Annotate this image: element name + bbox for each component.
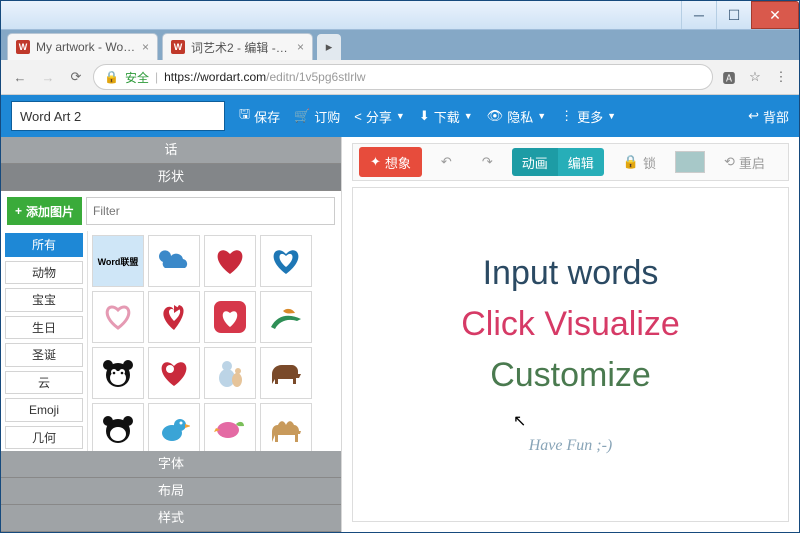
favicon-icon: W bbox=[171, 40, 185, 54]
tab-title: 词艺术2 - 编辑 - 艺术字 bbox=[191, 39, 291, 56]
accordion-shapes[interactable]: 形状 bbox=[1, 164, 341, 191]
shape-thumb[interactable] bbox=[204, 291, 256, 343]
edit-tab[interactable]: 编辑 bbox=[558, 148, 604, 176]
category-item-animals[interactable]: 动物 bbox=[5, 261, 83, 285]
category-item-baby[interactable]: 宝宝 bbox=[5, 288, 83, 312]
browser-tab[interactable]: W My artwork - WordAr... × bbox=[7, 33, 158, 60]
left-panel: 话 形状 +添加图片 所有 动物 宝宝 生日 圣诞 云 Emoji bbox=[1, 137, 342, 532]
shape-grid: Word联盟 bbox=[88, 231, 341, 451]
lock-icon: 🔒 bbox=[104, 70, 119, 84]
canvas-text-line: Click Visualize bbox=[461, 305, 680, 344]
shape-category-list: 所有 动物 宝宝 生日 圣诞 云 Emoji 几何 bbox=[1, 231, 88, 451]
accordion-style[interactable]: 样式 bbox=[1, 505, 341, 532]
lock-button[interactable]: 🔒锁 bbox=[612, 147, 667, 177]
save-button[interactable]: 🖫保存 bbox=[239, 105, 280, 127]
shape-thumb[interactable] bbox=[260, 235, 312, 287]
window-close-button[interactable]: ✕ bbox=[751, 1, 799, 29]
shape-thumb[interactable] bbox=[92, 403, 144, 451]
canvas-text-line: Have Fun ;-) bbox=[529, 437, 613, 455]
nav-reload-button[interactable]: ⟳ bbox=[65, 66, 87, 88]
more-button[interactable]: ⋮更多▼ bbox=[560, 107, 616, 126]
secure-label: 安全 bbox=[125, 69, 149, 86]
plus-icon: + bbox=[15, 204, 22, 218]
back-icon: ↩ bbox=[748, 108, 759, 124]
tab-title: My artwork - WordAr... bbox=[36, 40, 136, 54]
download-icon: ⬇ bbox=[419, 108, 430, 124]
shape-thumb[interactable] bbox=[204, 403, 256, 451]
artwork-title-input[interactable] bbox=[11, 101, 225, 131]
reset-icon: ⟲ bbox=[724, 154, 735, 170]
shape-filter-input[interactable] bbox=[86, 197, 335, 225]
browser-toolbar: ← → ⟳ 🔒 安全 | https://wordart.com/editn/1… bbox=[1, 60, 799, 95]
magic-icon: ✦ bbox=[370, 154, 381, 170]
canvas-text-line: Input words bbox=[483, 254, 659, 293]
address-bar[interactable]: 🔒 安全 | https://wordart.com/editn/1v5pg6s… bbox=[93, 64, 713, 90]
browser-tabstrip: W My artwork - WordAr... × W 词艺术2 - 编辑 -… bbox=[1, 30, 799, 60]
shape-thumb[interactable] bbox=[204, 347, 256, 399]
browser-tab[interactable]: W 词艺术2 - 编辑 - 艺术字 × bbox=[162, 33, 313, 60]
menu-icon[interactable]: ⋮ bbox=[771, 69, 791, 85]
window-maximize-button[interactable]: ☐ bbox=[716, 1, 751, 29]
window-minimize-button[interactable]: ─ bbox=[681, 1, 716, 29]
window-titlebar: ─ ☐ ✕ bbox=[1, 1, 799, 30]
right-panel: ✦想象 ↶ ↷ 动画 编辑 🔒锁 ⟲重启 Input words Click V… bbox=[342, 137, 799, 532]
back-button[interactable]: ↩背部 bbox=[748, 107, 789, 126]
eye-icon: 👁 bbox=[487, 108, 504, 124]
shape-thumb[interactable] bbox=[148, 235, 200, 287]
download-button[interactable]: ⬇下载▼ bbox=[419, 107, 473, 126]
redo-icon: ↷ bbox=[482, 154, 493, 170]
animate-tab[interactable]: 动画 bbox=[512, 148, 558, 176]
app-header: 🖫保存 🛒订购 <分享▼ ⬇下载▼ 👁隐私▼ ⋮更多▼ ↩背部 bbox=[1, 95, 799, 137]
new-tab-button[interactable]: ▸ bbox=[317, 34, 341, 60]
cart-icon: 🛒 bbox=[294, 108, 310, 124]
privacy-button[interactable]: 👁隐私▼ bbox=[487, 107, 546, 126]
nav-back-button[interactable]: ← bbox=[9, 66, 31, 88]
shape-thumb[interactable] bbox=[148, 347, 200, 399]
favicon-icon: W bbox=[16, 40, 30, 54]
reset-button[interactable]: ⟲重启 bbox=[713, 147, 776, 177]
close-icon[interactable]: × bbox=[297, 40, 304, 54]
bookmark-icon[interactable]: ☆ bbox=[745, 69, 765, 85]
close-icon[interactable]: × bbox=[142, 40, 149, 54]
accordion-fonts[interactable]: 字体 bbox=[1, 451, 341, 478]
more-icon: ⋮ bbox=[560, 108, 573, 124]
translate-icon[interactable]: 🅰 bbox=[719, 68, 739, 87]
category-item-geometry[interactable]: 几何 bbox=[5, 426, 83, 450]
category-item-all[interactable]: 所有 bbox=[5, 233, 83, 257]
canvas-toolbar: ✦想象 ↶ ↷ 动画 编辑 🔒锁 ⟲重启 bbox=[352, 143, 789, 181]
category-item-clouds[interactable]: 云 bbox=[5, 371, 83, 395]
url-text: https://wordart.com/editn/1v5pg6stlrlw bbox=[164, 70, 365, 84]
category-item-christmas[interactable]: 圣诞 bbox=[5, 343, 83, 367]
shape-thumb[interactable] bbox=[260, 403, 312, 451]
canvas-text-line: Customize bbox=[490, 356, 651, 395]
shape-thumb[interactable]: Word联盟 bbox=[92, 235, 144, 287]
save-icon: 🖫 bbox=[239, 105, 250, 127]
undo-button[interactable]: ↶ bbox=[430, 147, 463, 177]
shapes-panel: +添加图片 所有 动物 宝宝 生日 圣诞 云 Emoji 几何 bbox=[1, 191, 341, 451]
accordion-words[interactable]: 话 bbox=[1, 137, 341, 164]
preview-canvas[interactable]: Input words Click Visualize Customize Ha… bbox=[352, 187, 789, 522]
accordion-layout[interactable]: 布局 bbox=[1, 478, 341, 505]
cursor-icon: ↖ bbox=[513, 411, 526, 431]
share-button[interactable]: <分享▼ bbox=[354, 107, 405, 126]
nav-forward-button[interactable]: → bbox=[37, 66, 59, 88]
undo-icon: ↶ bbox=[441, 154, 452, 170]
category-item-emoji[interactable]: Emoji bbox=[5, 398, 83, 422]
order-button[interactable]: 🛒订购 bbox=[294, 107, 340, 126]
shape-thumb[interactable] bbox=[260, 291, 312, 343]
shape-thumb[interactable] bbox=[204, 235, 256, 287]
add-image-button[interactable]: +添加图片 bbox=[7, 197, 82, 225]
lock-icon: 🔒 bbox=[623, 154, 639, 170]
shape-thumb[interactable] bbox=[148, 291, 200, 343]
category-item-birthday[interactable]: 生日 bbox=[5, 316, 83, 340]
shape-thumb[interactable] bbox=[260, 347, 312, 399]
share-icon: < bbox=[354, 109, 362, 124]
visualize-button[interactable]: ✦想象 bbox=[359, 147, 422, 177]
shape-thumb[interactable] bbox=[92, 347, 144, 399]
shape-thumb[interactable] bbox=[92, 291, 144, 343]
shape-thumb[interactable] bbox=[148, 403, 200, 451]
redo-button[interactable]: ↷ bbox=[471, 147, 504, 177]
color-swatch[interactable] bbox=[675, 151, 705, 173]
